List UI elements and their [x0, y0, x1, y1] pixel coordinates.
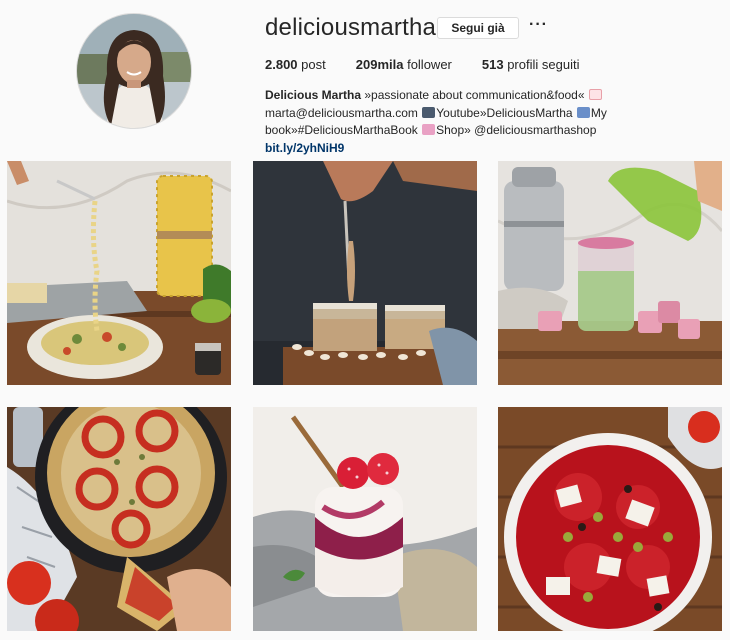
pasta-photo-icon — [7, 161, 231, 385]
smoothie-photo-icon — [498, 161, 722, 385]
followers-count[interactable]: 209mila follower — [356, 57, 452, 72]
posts-count[interactable]: 2.800 post — [265, 57, 326, 72]
profile-avatar[interactable] — [76, 13, 192, 129]
profile-username: deliciousmartha — [265, 14, 437, 41]
posts-count-value: 2.800 — [265, 57, 298, 72]
post-carpaccio[interactable] — [498, 407, 722, 631]
followers-count-value: 209mila — [355, 57, 404, 72]
bio-website-link[interactable]: bit.ly/2yhNiH9 — [265, 140, 665, 158]
parfait-photo-icon — [253, 407, 477, 631]
bio-shop: Shop» @deliciousmarthashop — [436, 123, 597, 137]
bio-book-prefix: My — [590, 105, 607, 120]
jars-photo-icon — [253, 161, 477, 385]
post-berry-parfait[interactable] — [253, 407, 477, 631]
post-pasta-fork[interactable] — [7, 161, 231, 385]
posts-count-label: post — [301, 57, 326, 72]
more-options-icon[interactable]: ··· — [529, 16, 548, 34]
post-green-smoothie[interactable] — [498, 161, 722, 385]
shopping-bags-icon — [422, 124, 436, 135]
post-tahini-jars[interactable] — [253, 161, 477, 385]
bio-book-hashtag: book»#DeliciousMarthaBook — [265, 123, 418, 137]
love-letter-icon — [588, 89, 602, 100]
book-icon — [576, 106, 590, 118]
profile-stats: 2.800 post 209mila follower 513 profili … — [265, 57, 609, 72]
profile-bio: Delicious Martha »passionate about commu… — [265, 87, 665, 157]
bio-email: marta@deliciousmartha.com — [265, 105, 418, 120]
followers-count-label: follower — [407, 57, 452, 72]
computer-icon — [422, 106, 436, 118]
pie-photo-icon — [7, 407, 231, 631]
post-tomato-pie[interactable] — [7, 407, 231, 631]
bio-tagline: »passionate about communication&food« — [364, 88, 585, 102]
bio-youtube: Youtube»DeliciousMartha — [436, 105, 573, 120]
following-count-label: profili seguiti — [507, 57, 580, 72]
following-count[interactable]: 513 profili seguiti — [482, 57, 580, 72]
following-button[interactable]: Segui già — [437, 17, 519, 39]
following-count-value: 513 — [481, 57, 504, 72]
carpaccio-photo-icon — [498, 407, 722, 631]
bio-full-name: Delicious Martha — [265, 88, 362, 102]
